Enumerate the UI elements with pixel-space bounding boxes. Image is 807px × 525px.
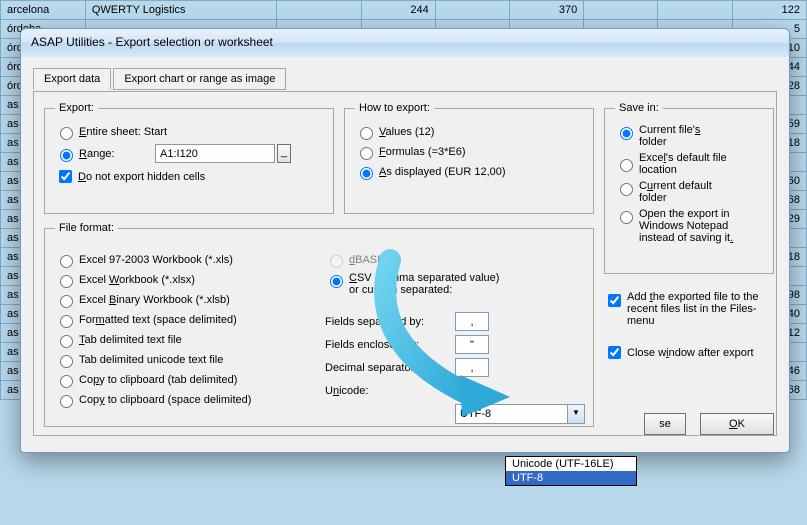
export-fieldset: Export: Entire sheet: Start Range: _ Do … <box>44 102 334 214</box>
label-current-default: Current defaultfolder <box>639 180 712 204</box>
label-csv: CSV (comma separated value)or custom sep… <box>349 272 499 296</box>
label-xls: Excel 97-2003 Workbook (*.xls) <box>79 254 233 266</box>
chevron-down-icon[interactable]: ▼ <box>567 405 584 423</box>
label-fields-sep: Fields separated by: <box>325 316 455 328</box>
fileformat-fieldset: File format: Excel 97-2003 Workbook (*.x… <box>44 222 594 427</box>
cell[interactable] <box>584 1 658 20</box>
label-add-recent: Add the exported file to the recent file… <box>627 291 774 327</box>
label-close-window: Close window after export <box>627 347 754 359</box>
export-legend: Export: <box>55 102 98 114</box>
checkbox-close-window[interactable] <box>608 346 621 359</box>
range-picker-button[interactable]: _ <box>277 144 291 163</box>
label-tab-text: Tab delimited text file <box>79 334 182 346</box>
label-unicode: Unicode: <box>325 385 455 397</box>
radio-current-default[interactable] <box>620 183 633 196</box>
checkbox-unicode[interactable] <box>459 384 472 397</box>
combo-encoding[interactable]: UTF-8 ▼ <box>455 404 585 424</box>
label-fmt-text: Formatted text (space delimited) <box>79 314 237 326</box>
label-tab-unicode: Tab delimited unicode text file <box>79 354 223 366</box>
dialog-titlebar[interactable]: ASAP Utilities - Export selection or wor… <box>21 29 789 57</box>
radio-as-displayed[interactable] <box>360 167 373 180</box>
how-fieldset: How to export: Values (12) Formulas (=3*… <box>344 102 594 214</box>
input-fields-sep[interactable] <box>455 312 489 331</box>
radio-copy-space[interactable] <box>60 395 73 408</box>
label-fields-enc: Fields enclosed by: <box>325 339 455 351</box>
input-fields-enc[interactable] <box>455 335 489 354</box>
radio-values[interactable] <box>360 127 373 140</box>
cell[interactable]: 370 <box>510 1 584 20</box>
radio-csv[interactable] <box>330 275 343 288</box>
cell[interactable] <box>276 1 361 20</box>
label-range: Range: <box>79 148 135 160</box>
cell[interactable]: QWERTY Logistics <box>85 1 276 20</box>
close-button[interactable]: se <box>644 413 686 435</box>
encoding-option-utf8[interactable]: UTF-8 <box>506 471 636 485</box>
export-dialog: ASAP Utilities - Export selection or wor… <box>20 28 790 453</box>
combo-encoding-value: UTF-8 <box>460 408 491 420</box>
cell[interactable] <box>435 1 509 20</box>
savein-fieldset: Save in: Current file'sfolder Excel's de… <box>604 102 774 274</box>
cell[interactable] <box>658 1 732 20</box>
input-dec-sep[interactable] <box>455 358 489 377</box>
tab-export-data[interactable]: Export data <box>33 68 111 90</box>
label-excel-default: Excel's default file location <box>639 152 763 176</box>
cell[interactable]: 244 <box>361 1 435 20</box>
cell[interactable]: arcelona <box>1 1 86 20</box>
label-formulas: Formulas (=3*E6) <box>379 146 466 158</box>
radio-xls[interactable] <box>60 255 73 268</box>
radio-current-folder[interactable] <box>620 127 633 140</box>
how-legend: How to export: <box>355 102 434 114</box>
label-open-notepad: Open the export in Windows Notepad inste… <box>639 208 763 244</box>
label-as-displayed: As displayed (EUR 12,00) <box>379 166 506 178</box>
checkbox-add-recent[interactable] <box>608 294 621 307</box>
ok-button[interactable]: OK <box>700 413 774 435</box>
radio-open-notepad[interactable] <box>620 211 633 224</box>
label-entire-sheet: Entire sheet: Start <box>79 126 167 138</box>
range-input[interactable] <box>155 144 275 163</box>
dialog-title: ASAP Utilities - Export selection or wor… <box>31 35 273 49</box>
radio-tab-unicode[interactable] <box>60 355 73 368</box>
cell[interactable]: 122 <box>732 1 806 20</box>
label-copy-tab: Copy to clipboard (tab delimited) <box>79 374 237 386</box>
tab-export-chart[interactable]: Export chart or range as image <box>113 68 286 90</box>
label-current-folder: Current file'sfolder <box>639 124 700 148</box>
encoding-option-utf16[interactable]: Unicode (UTF-16LE) <box>506 457 636 471</box>
radio-entire-sheet[interactable] <box>60 127 73 140</box>
label-no-hidden: Do not export hidden cells <box>78 171 205 183</box>
fileformat-legend: File format: <box>55 222 118 234</box>
label-values: Values (12) <box>379 126 434 138</box>
radio-xlsb[interactable] <box>60 295 73 308</box>
radio-tab-text[interactable] <box>60 335 73 348</box>
radio-formulas[interactable] <box>360 147 373 160</box>
label-dbase: dBASE IV <box>349 254 398 266</box>
radio-xlsx[interactable] <box>60 275 73 288</box>
label-xlsx: Excel Workbook (*.xlsx) <box>79 274 195 286</box>
radio-copy-tab[interactable] <box>60 375 73 388</box>
label-dec-sep: Decimal separator: <box>325 362 455 374</box>
label-copy-space: Copy to clipboard (space delimited) <box>79 394 251 406</box>
radio-dbase <box>330 255 343 268</box>
radio-range[interactable] <box>60 149 73 162</box>
savein-legend: Save in: <box>615 102 663 114</box>
radio-fmt-text[interactable] <box>60 315 73 328</box>
checkbox-no-hidden[interactable] <box>59 170 72 183</box>
label-xlsb: Excel Binary Workbook (*.xlsb) <box>79 294 230 306</box>
radio-excel-default[interactable] <box>620 159 633 172</box>
encoding-dropdown-list[interactable]: Unicode (UTF-16LE) UTF-8 <box>505 456 637 486</box>
